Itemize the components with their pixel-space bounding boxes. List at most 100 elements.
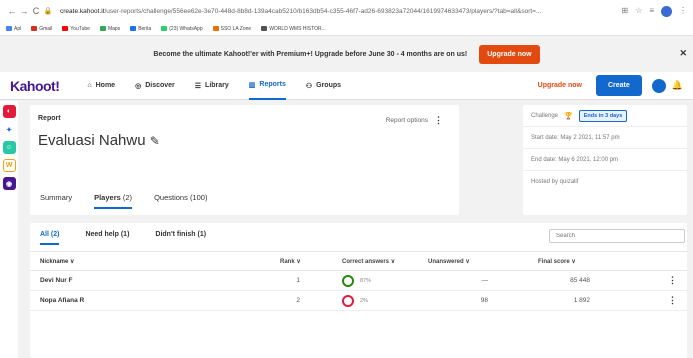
bookmark-maps[interactable]: Maps — [99, 26, 120, 32]
bookmark-label: WORLD WMS HISTOR... — [269, 25, 326, 32]
header-rank[interactable]: Rank ∨ — [280, 252, 301, 270]
tab-summary[interactable]: Summary — [40, 193, 72, 209]
kebab-menu-icon: ⋮ — [434, 115, 443, 125]
close-icon[interactable]: ✕ — [679, 48, 687, 59]
bookmark-youtube[interactable]: YouTube — [62, 26, 90, 32]
correct-percent: 87% — [360, 277, 372, 284]
nav-library[interactable]: ☰ Library — [195, 72, 229, 100]
create-button[interactable]: Create — [595, 75, 642, 96]
tab-count: (2) — [122, 193, 133, 202]
news-icon — [130, 26, 137, 31]
filter-didnt-finish[interactable]: Didn't finish (1) — [155, 231, 206, 245]
filter-all[interactable]: All (2) — [40, 231, 60, 245]
tab-label: Summary — [40, 193, 73, 202]
home-icon: ⌂ — [87, 82, 92, 89]
nav-groups[interactable]: ⚇ Groups — [306, 72, 341, 100]
challenge-info-panel: Challenge 🏆 Ends in 3 days Start date: M… — [523, 105, 687, 215]
kebab-menu-icon[interactable]: ⋮ — [668, 291, 677, 310]
back-icon[interactable]: ← — [6, 6, 18, 16]
bookmark-label: (23) WhatsApp — [169, 25, 203, 32]
bookmark-wms[interactable]: WORLD WMS HISTOR... — [261, 26, 326, 32]
players-table-panel: All (2) Need help (1) Didn't finish (1) … — [30, 223, 687, 358]
report-label: Report — [38, 115, 61, 122]
pencil-icon[interactable]: ✎ — [150, 134, 160, 148]
nav-label: Library — [205, 82, 229, 89]
start-date-row: Start date: May 2 2021, 11:57 pm — [523, 127, 687, 149]
table-row[interactable]: Nopa Afiana R 2 2% 98 1 892 ⋮ — [30, 291, 687, 311]
player-unanswered: — — [481, 277, 489, 284]
kahoot-logo[interactable]: Kahoot! — [10, 78, 60, 94]
trophy-icon: 🏆 — [564, 112, 573, 120]
bell-icon[interactable]: 🔔 — [672, 80, 683, 91]
kebab-menu-icon[interactable]: ⋮ — [668, 271, 677, 290]
profile-avatar[interactable] — [661, 5, 672, 17]
ends-in-badge: Ends in 3 days — [578, 109, 628, 122]
bookmark-label: Gmail — [39, 25, 53, 32]
url-path: /user-reports/challenge/556ee62e-3e70-44… — [104, 7, 542, 15]
bookmark-whatsapp[interactable]: (23) WhatsApp — [161, 25, 203, 32]
upgrade-now-link[interactable]: Upgrade now — [538, 82, 582, 89]
report-tabs: Summary Players (2) Questions (100) — [40, 193, 207, 209]
nav-label: Discover — [145, 82, 175, 89]
whatsapp-icon — [161, 26, 168, 31]
youtube-icon — [62, 26, 69, 31]
tab-players[interactable]: Players (2) — [94, 193, 133, 209]
report-title-text: Evaluasi Nahwu — [38, 132, 146, 149]
start-date-text: Start date: May 2 2021, 11:57 pm — [531, 134, 620, 141]
progress-ring-icon — [342, 274, 354, 287]
header-nickname[interactable]: Nickname ∨ — [40, 252, 74, 270]
nav-label: Reports — [259, 81, 286, 88]
player-rank: 2 — [296, 297, 300, 304]
forward-icon[interactable]: → — [18, 6, 30, 16]
gmail-icon — [31, 26, 38, 31]
tab-count: (100) — [189, 193, 208, 202]
header-final-score[interactable]: Final score ∨ — [538, 252, 576, 270]
group-icon: ⚇ — [305, 82, 313, 90]
apps-grid-icon — [6, 26, 12, 31]
table-row[interactable]: Devi Nur F 1 87% — 85 448 ⋮ — [30, 271, 687, 291]
host-row: Hosted by quizalif — [523, 171, 687, 193]
camera-app-icon[interactable]: ◉ — [2, 177, 16, 190]
compass-icon: ◎ — [135, 82, 142, 90]
lock-icon: 🔒 — [43, 8, 53, 15]
pinwheel-app-icon[interactable]: ✦ — [2, 123, 16, 136]
reload-icon[interactable]: C — [30, 6, 42, 16]
nav-home[interactable]: ⌂ Home — [87, 72, 115, 100]
bar-chart-icon: ▥ — [248, 81, 256, 89]
report-options-label: Report options — [385, 117, 428, 124]
bookmark-label: YouTube — [70, 25, 90, 32]
menu-list-icon[interactable]: ≡ — [649, 6, 654, 17]
kebab-menu-icon[interactable]: ⋮ — [679, 6, 687, 17]
filter-need-help[interactable]: Need help (1) — [85, 231, 129, 245]
nav-reports[interactable]: ▥ Reports — [248, 72, 286, 100]
maps-icon — [99, 26, 106, 31]
nav-discover[interactable]: ◎ Discover — [135, 72, 175, 100]
bookmark-label: SSO LA Zone — [220, 25, 252, 32]
player-nickname: Devi Nur F — [40, 277, 73, 284]
player-final-score: 85 448 — [570, 277, 590, 284]
w-app-icon[interactable]: W — [2, 159, 16, 172]
bookmark-sso[interactable]: SSO LA Zone — [212, 25, 252, 32]
search-input[interactable] — [549, 229, 685, 243]
end-date-text: End date: May 6 2021, 12:00 pm — [531, 156, 619, 163]
bookmark-gmail[interactable]: Gmail — [31, 26, 52, 32]
bookmark-berita[interactable]: Berita — [130, 26, 151, 32]
chat-app-icon[interactable]: ☺ — [2, 141, 16, 154]
extension-icon[interactable]: ⊞ — [621, 6, 628, 17]
kahoot-app-icon[interactable]: ◐ — [2, 105, 16, 118]
nav-label: Groups — [316, 82, 342, 89]
bookmark-apps[interactable]: Apl — [6, 26, 21, 32]
report-options-button[interactable]: Report options ⋮ — [386, 115, 443, 126]
top-navigation: Kahoot! ⌂ Home ◎ Discover ☰ Library ▥ Report… — [0, 72, 693, 100]
header-unanswered[interactable]: Unanswered ∨ — [428, 252, 470, 270]
url-field[interactable]: create.kahoot.it/user-reports/challenge/… — [60, 8, 615, 15]
browser-toolbar-icons: ⊞ ☆ ≡ ⋮ — [621, 5, 687, 17]
header-correct-answers[interactable]: Correct answers ∨ — [342, 252, 395, 270]
star-icon[interactable]: ☆ — [635, 6, 642, 17]
user-avatar-icon[interactable] — [651, 78, 666, 93]
sso-icon — [212, 26, 219, 31]
bookmark-label: Berita — [138, 25, 152, 32]
list-icon: ☰ — [194, 82, 202, 90]
tab-questions[interactable]: Questions (100) — [154, 193, 207, 209]
promo-upgrade-button[interactable]: Upgrade now — [479, 44, 540, 64]
